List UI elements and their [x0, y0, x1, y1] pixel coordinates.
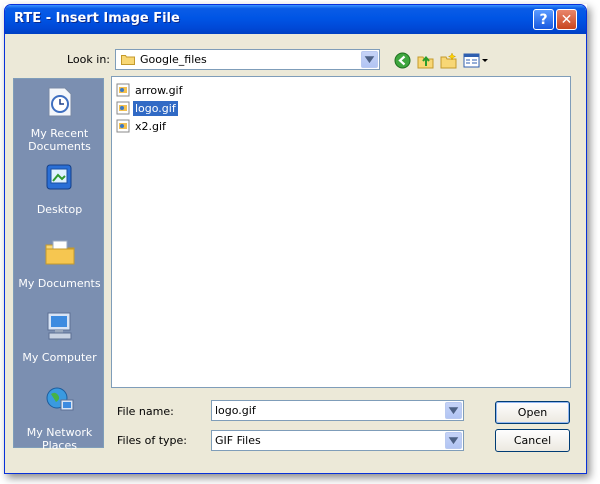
file-type-value: GIF Files [215, 434, 261, 447]
place-my-computer[interactable]: My Computer [14, 309, 105, 364]
help-button[interactable]: ? [533, 9, 554, 30]
recent-documents-icon [48, 87, 71, 117]
list-item[interactable]: x2.gif [116, 118, 168, 134]
file-name: x2.gif [135, 119, 166, 133]
window-title: RTE - Insert Image File [14, 11, 180, 26]
folder-icon [121, 55, 135, 65]
my-documents-icon [45, 240, 74, 265]
close-button[interactable]: ✕ [556, 9, 577, 30]
file-name: logo.gif [133, 100, 178, 116]
list-item[interactable]: logo.gif [116, 100, 178, 116]
look-in-select[interactable]: Google_files ▼ [115, 49, 380, 70]
open-button[interactable]: Open [495, 401, 570, 424]
place-label: My Computer [22, 351, 97, 364]
gif-file-icon [116, 83, 130, 97]
gif-file-icon [116, 119, 130, 133]
file-type-label: Files of type: [117, 434, 188, 447]
file-name-value: logo.gif [215, 404, 256, 417]
back-icon[interactable] [394, 52, 411, 69]
place-my-network-places[interactable]: My Network Places [14, 384, 105, 452]
views-menu-icon[interactable] [463, 52, 489, 69]
place-label: Desktop [36, 203, 83, 216]
file-name-field[interactable]: logo.gif ▼ [211, 400, 464, 421]
desktop-icon [46, 164, 71, 190]
place-desktop[interactable]: Desktop [14, 161, 105, 216]
chevron-down-icon[interactable]: ▼ [445, 402, 462, 419]
new-folder-icon[interactable] [440, 52, 457, 69]
file-list[interactable]: arrow.gif logo.gif x2.gif [111, 76, 571, 388]
file-name: arrow.gif [135, 83, 183, 97]
list-item[interactable]: arrow.gif [116, 82, 184, 98]
place-label: My Documents [18, 277, 101, 290]
gif-file-icon [116, 101, 130, 115]
cancel-button[interactable]: Cancel [495, 429, 570, 452]
places-bar: My Recent Documents Desktop My Documents… [13, 78, 105, 452]
up-folder-icon[interactable] [417, 52, 434, 69]
chevron-down-icon[interactable]: ▼ [445, 432, 462, 449]
title-bar[interactable]: RTE - Insert Image File ? ✕ [5, 5, 586, 34]
look-in-value: Google_files [140, 53, 207, 66]
look-in-label: Look in: [67, 53, 110, 66]
place-label: My Network Places [26, 426, 93, 452]
place-label: My Recent Documents [28, 127, 91, 153]
my-computer-icon [47, 312, 71, 340]
place-my-documents[interactable]: My Documents [14, 235, 105, 290]
place-my-recent-documents[interactable]: My Recent Documents [14, 85, 105, 153]
file-type-select[interactable]: GIF Files ▼ [211, 430, 464, 451]
file-name-label: File name: [117, 405, 174, 418]
chevron-down-icon[interactable]: ▼ [361, 51, 378, 68]
my-network-places-icon [46, 387, 73, 411]
